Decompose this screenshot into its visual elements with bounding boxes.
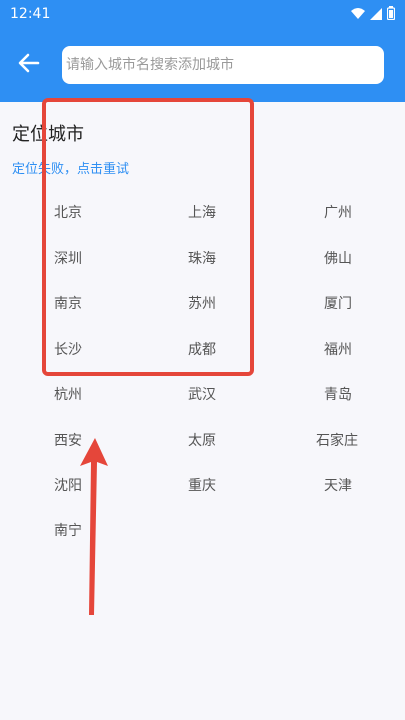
back-button[interactable] bbox=[12, 48, 46, 82]
app-bar bbox=[0, 28, 405, 102]
city-item[interactable]: 天津 bbox=[324, 475, 352, 495]
content: 定位城市 定位失败，点击重试 北京 上海 广州 深圳 珠海 佛山 南京 苏州 厦… bbox=[0, 102, 405, 720]
city-item[interactable]: 石家庄 bbox=[316, 430, 358, 450]
status-time: 12:41 bbox=[10, 6, 51, 22]
city-item[interactable]: 西安 bbox=[54, 430, 82, 450]
city-item[interactable]: 珠海 bbox=[188, 248, 216, 268]
city-item[interactable]: 青岛 bbox=[324, 384, 352, 404]
city-item[interactable]: 南宁 bbox=[54, 520, 82, 540]
city-item[interactable]: 武汉 bbox=[188, 384, 216, 404]
city-item[interactable]: 厦门 bbox=[324, 293, 352, 313]
status-icons bbox=[351, 4, 396, 24]
city-item[interactable]: 广州 bbox=[324, 202, 352, 222]
city-item[interactable]: 北京 bbox=[54, 202, 82, 222]
city-item[interactable]: 重庆 bbox=[188, 475, 216, 495]
status-bar: 12:41 bbox=[0, 0, 405, 28]
search-input[interactable] bbox=[62, 46, 384, 84]
city-item[interactable]: 深圳 bbox=[54, 248, 82, 268]
location-title: 定位城市 bbox=[12, 124, 84, 145]
city-item[interactable]: 沈阳 bbox=[54, 475, 82, 495]
city-item[interactable]: 上海 bbox=[188, 202, 216, 222]
city-item[interactable]: 成都 bbox=[188, 339, 216, 359]
screen: 12:41 定位城市 定位失败，点击重试 北京 bbox=[0, 0, 405, 720]
city-item[interactable]: 福州 bbox=[324, 339, 352, 359]
arrow-left-icon bbox=[18, 52, 40, 78]
city-item[interactable]: 长沙 bbox=[54, 339, 82, 359]
city-item[interactable]: 杭州 bbox=[54, 384, 82, 404]
city-item[interactable]: 佛山 bbox=[324, 248, 352, 268]
city-item[interactable]: 太原 bbox=[188, 430, 216, 450]
city-item[interactable]: 南京 bbox=[54, 293, 82, 313]
battery-icon bbox=[386, 5, 396, 24]
city-item[interactable]: 苏州 bbox=[188, 293, 216, 313]
signal-icon bbox=[370, 5, 382, 24]
wifi-icon bbox=[351, 5, 365, 24]
locate-retry-link[interactable]: 定位失败，点击重试 bbox=[12, 158, 129, 177]
